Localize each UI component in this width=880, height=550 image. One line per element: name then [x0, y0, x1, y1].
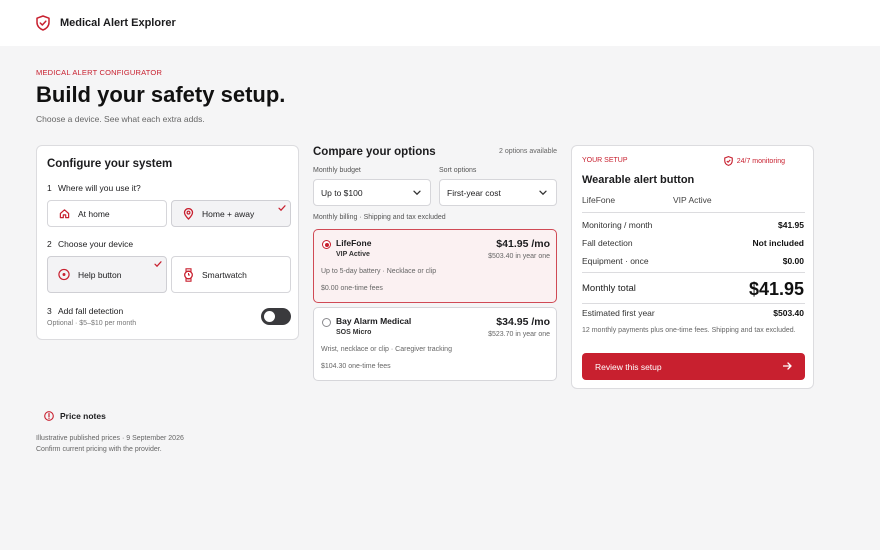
plan-fees: $104.30 one-time fees [321, 363, 391, 370]
shield-check-icon [723, 156, 733, 166]
step-1-question: 1 Where will you use it? [47, 183, 141, 193]
plan-year-cost: $503.40 in year one [488, 253, 550, 260]
plan-radio[interactable] [322, 240, 331, 249]
plan-price: $34.95 /mo [496, 316, 550, 328]
page-eyebrow: MEDICAL ALERT CONFIGURATOR [36, 68, 163, 77]
equipment-value: $0.00 [782, 256, 804, 266]
fall-detection-toggle[interactable] [261, 308, 291, 325]
sort-select[interactable]: First-year cost [439, 179, 557, 206]
plan-radio[interactable] [322, 318, 331, 327]
plan-year-cost: $523.70 in year one [488, 331, 550, 338]
monthly-total-label: Monthly total [582, 283, 636, 294]
first-year-value: $503.40 [773, 308, 804, 318]
check-icon [278, 205, 286, 212]
step-3-question: 3 Add fall detection [47, 306, 124, 316]
option-at-home[interactable]: At home [47, 200, 167, 227]
monitoring-label: Monitoring / month [582, 220, 653, 230]
page-title: Build your safety setup. [36, 82, 286, 107]
plan-card-lifefone[interactable]: LifeFone VIP Active $41.95 /mo $503.40 i… [313, 229, 557, 303]
price-notes-line: Confirm current pricing with the provide… [36, 446, 162, 453]
summary-brand: LifeFone [582, 195, 616, 205]
summary-eyebrow: YOUR SETUP [582, 157, 628, 164]
arrow-right-icon [783, 362, 792, 370]
plan-description: Up to 5-day battery · Necklace or clip [321, 268, 437, 275]
location-pin-icon [182, 207, 194, 220]
price-notes-text: Illustrative published prices · 9 Septem… [36, 433, 184, 455]
configure-card: Configure your system 1 Where will you us… [36, 145, 299, 340]
fall-detection-value: Not included [752, 238, 804, 248]
plan-price: $41.95 /mo [496, 238, 550, 250]
divider [582, 212, 805, 213]
chevron-down-icon [539, 190, 547, 196]
watch-icon [182, 267, 194, 282]
summary-title: Wearable alert button [582, 174, 695, 186]
check-icon [154, 261, 162, 268]
summary-card: YOUR SETUP 24/7 monitoring Wearable aler… [571, 145, 814, 389]
home-icon [58, 208, 70, 220]
summary-model: VIP Active [673, 195, 712, 205]
options-available-count: 2 options available [499, 148, 557, 155]
plan-name: LifeFone [336, 238, 372, 248]
sort-label: Sort options [439, 167, 477, 174]
price-notes-line: Illustrative published prices · 9 Septem… [36, 435, 184, 442]
plan-description: Wrist, necklace or clip · Caregiver trac… [321, 346, 452, 353]
help-button-icon [58, 268, 70, 281]
toggle-knob [264, 311, 275, 322]
plan-model: SOS Micro [336, 329, 372, 336]
compare-title: Compare your options [313, 146, 436, 158]
app-header: Medical Alert Explorer [0, 0, 880, 46]
alert-circle-icon [44, 411, 54, 421]
monitoring-badge: 24/7 monitoring [723, 156, 785, 166]
summary-fine-print: 12 monthly payments plus one-time fees. … [582, 327, 796, 334]
divider [582, 303, 805, 304]
fall-detection-hint: Optional · $5–$10 per month [47, 320, 137, 327]
monitoring-value: $41.95 [778, 220, 804, 230]
budget-select[interactable]: Up to $100 [313, 179, 431, 206]
first-year-label: Estimated first year [582, 308, 655, 318]
plan-model: VIP Active [336, 251, 370, 258]
page-subtitle: Choose a device. See what each extra add… [36, 114, 205, 124]
review-setup-button[interactable]: Review this setup [582, 353, 805, 380]
fall-detection-label: Fall detection [582, 238, 633, 248]
billing-note: Monthly billing · Shipping and tax exclu… [313, 214, 446, 221]
plan-name: Bay Alarm Medical [336, 316, 412, 326]
configure-title: Configure your system [47, 158, 173, 170]
chevron-down-icon [413, 190, 421, 196]
option-home-away[interactable]: Home + away [171, 200, 291, 227]
option-help-button[interactable]: Help button [47, 256, 167, 293]
plan-card-bay-alarm[interactable]: Bay Alarm Medical SOS Micro $34.95 /mo $… [313, 307, 557, 381]
plan-fees: $0.00 one-time fees [321, 285, 383, 292]
divider [582, 272, 805, 273]
option-smartwatch[interactable]: Smartwatch [171, 256, 291, 293]
price-notes-heading: Price notes [44, 411, 106, 421]
step-2-question: 2 Choose your device [47, 239, 134, 249]
budget-label: Monthly budget [313, 167, 361, 174]
monthly-total-value: $41.95 [748, 279, 804, 299]
equipment-label: Equipment · once [582, 256, 649, 266]
shield-check-icon [36, 15, 50, 31]
app-title: Medical Alert Explorer [60, 17, 176, 29]
